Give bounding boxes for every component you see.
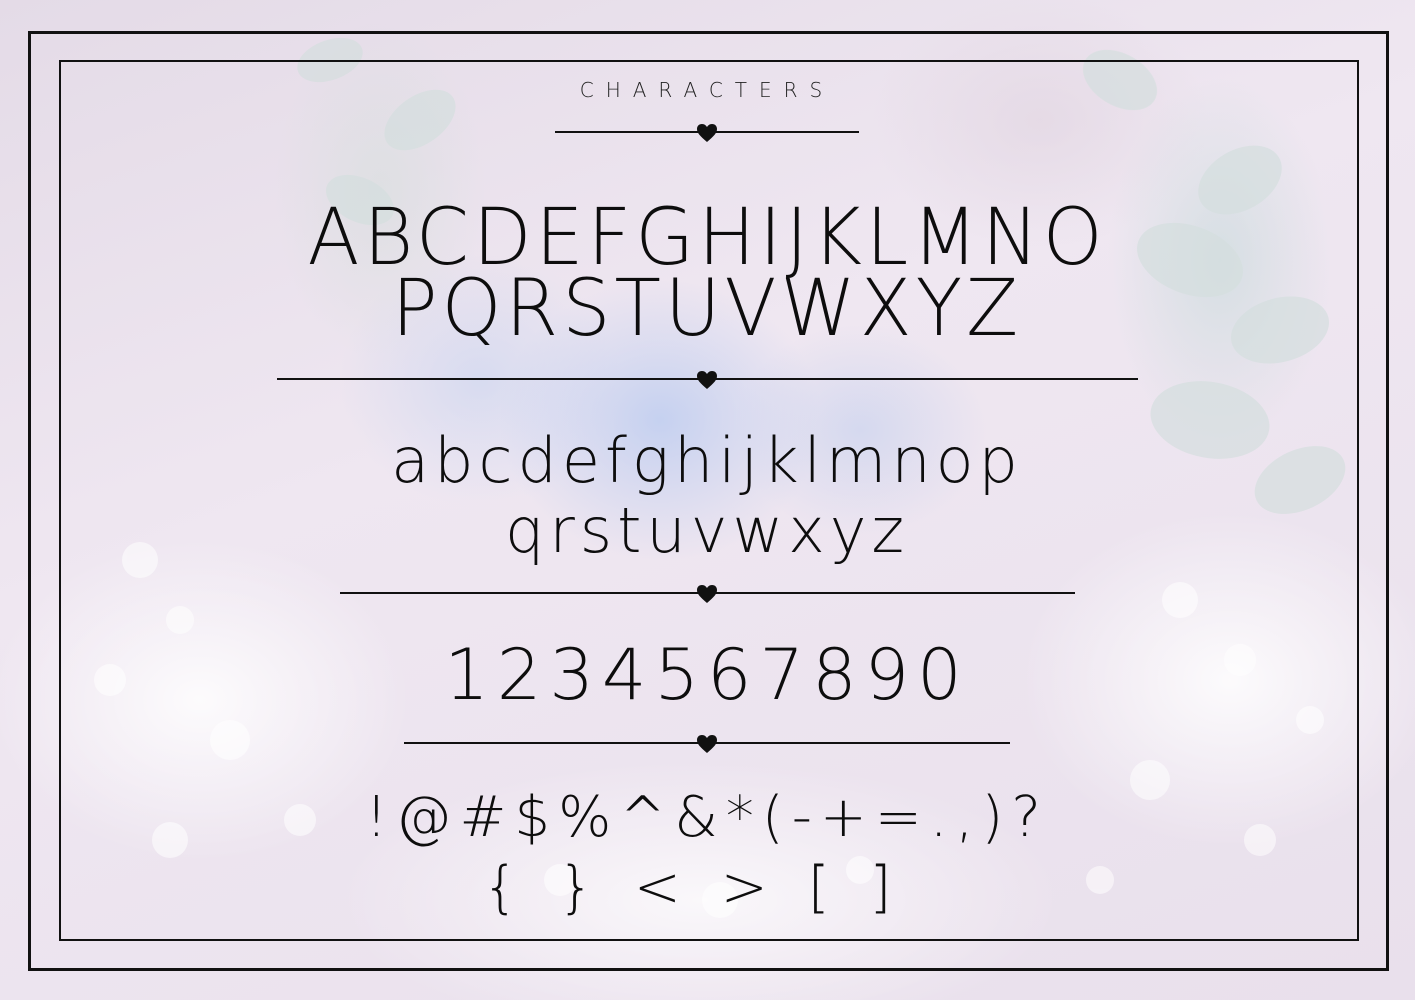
symbols-line-2: {}<>[] [482, 855, 932, 920]
lowercase-line-1: abcdefghijklmnop [391, 424, 1023, 497]
heart-icon [697, 585, 717, 603]
heart-icon [697, 735, 717, 753]
lowercase-line-2: qrstuvwxyz [504, 494, 910, 567]
symbols-line-1: !@#$%^&*(-+=.,)? [365, 785, 1049, 850]
numerals-line: 1234567890 [444, 634, 970, 716]
heart-icon [697, 124, 717, 142]
heart-icon [697, 371, 717, 389]
page-title: CHARACTERS [579, 78, 835, 102]
uppercase-line-2: PQRSTUVWXYZ [391, 261, 1023, 354]
